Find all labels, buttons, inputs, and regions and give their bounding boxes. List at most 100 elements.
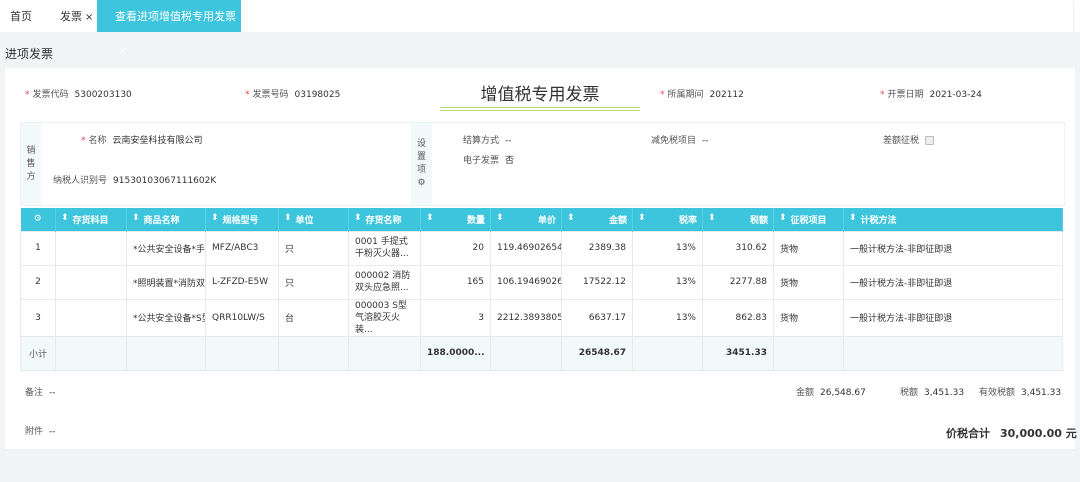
- subtotal-cell: [490, 335, 562, 371]
- tax: 3,451.33: [924, 388, 965, 398]
- col-item[interactable]: ⬍ 征税项目: [773, 208, 844, 231]
- col-stock[interactable]: ⬍ 存货名称: [348, 208, 421, 231]
- subtotal-tax: 3451.33: [702, 335, 774, 371]
- cell-tax: 862.83: [702, 298, 774, 337]
- sort-icon: ⬍: [61, 212, 69, 223]
- tab-menu-button[interactable]: [1073, 2, 1080, 32]
- sort-icon: ⬍: [708, 212, 716, 223]
- subtotal-cell: [843, 335, 1063, 371]
- gear-icon[interactable]: ⚙: [417, 177, 425, 190]
- cell-spec: QRR10LW/S: [205, 298, 279, 337]
- cell-account: [55, 264, 127, 300]
- attachment: --: [49, 427, 56, 437]
- label: 结算方式: [463, 136, 500, 146]
- col-rate[interactable]: ⬍ 税率: [632, 208, 703, 231]
- label: 税额: [900, 388, 919, 398]
- sort-icon: ⬍: [496, 212, 504, 223]
- close-icon[interactable]: ×: [118, 46, 126, 57]
- header-label: 商品名称: [143, 215, 180, 226]
- label: 金额: [796, 388, 815, 398]
- total-value: 30,000.00 元: [1000, 427, 1077, 440]
- char: 方: [26, 171, 36, 182]
- subtotal-cell: [632, 335, 703, 371]
- required-mark: *: [245, 90, 250, 100]
- label: 开票日期: [887, 90, 924, 100]
- cell-unit: 只: [278, 264, 349, 300]
- header-label: 征税项目: [790, 215, 827, 226]
- date: 2021-03-24: [929, 90, 982, 100]
- seller-tax-id: 91530103067111602K: [113, 176, 217, 186]
- close-icon[interactable]: ×: [85, 12, 93, 23]
- tab-view-invoice[interactable]: 查看进项增值税专用发票 ×: [97, 0, 241, 57]
- subtotal-amount: 26548.67: [561, 335, 633, 371]
- sort-icon: ⬍: [849, 212, 857, 223]
- seller-tax-id-field: 纳税人识别号 91530103067111602K: [53, 173, 216, 186]
- seller-side-label: 销售方: [21, 123, 41, 205]
- tab-home[interactable]: 首页: [10, 0, 32, 32]
- seller-name-field: * 名称 云南安垒科技有限公司: [81, 133, 203, 146]
- amount: 26,548.67: [820, 388, 866, 398]
- cell-spec: MFZ/ABC3: [205, 230, 279, 266]
- col-qty[interactable]: ⬍ 数量: [420, 208, 491, 231]
- cell-amount: 2389.38: [561, 230, 633, 266]
- col-tax[interactable]: ⬍ 税额: [702, 208, 774, 231]
- sort-icon: ⬍: [426, 212, 434, 223]
- table-row[interactable]: 3 *公共安全设备*S型 QRR10LW/S 台 000003 S型气溶胶灭火装... 3…: [20, 298, 1063, 337]
- col-method[interactable]: ⬍ 计税方法: [843, 208, 1063, 231]
- tab-bar: 首页 发票 × 查看进项增值税专用发票×: [0, 0, 1080, 57]
- cell-price: 2212.38938053: [490, 298, 562, 337]
- remark-field: 备注 --: [25, 385, 56, 398]
- cell-rate: 13%: [632, 230, 703, 266]
- diff-tax-checkbox[interactable]: [925, 136, 935, 145]
- char: 设: [416, 139, 426, 149]
- cell-goods: *照明装置*消防双头: [126, 264, 206, 300]
- settle-field: 结算方式 --: [463, 133, 512, 146]
- header-label: 规格型号: [222, 215, 259, 226]
- tab-invoice[interactable]: 发票 ×: [60, 0, 93, 32]
- cell-method: 一般计税方法-非即征即退: [843, 230, 1063, 266]
- cell-goods: *公共安全设备*手提: [126, 230, 206, 266]
- subtotal-cell: [278, 335, 349, 371]
- cell-item: 货物: [773, 264, 844, 300]
- subtotal-cell: [126, 335, 206, 371]
- cell-amount: 6637.17: [561, 298, 633, 337]
- header-label: 计税方法: [860, 215, 897, 226]
- valid-tax: 3,451.33: [1021, 388, 1062, 398]
- char: 销: [26, 145, 36, 156]
- subtotal-cell: [773, 335, 844, 371]
- label: 名称: [88, 136, 107, 146]
- header-label: 税率: [678, 215, 697, 226]
- subtotal-cell: [55, 335, 127, 371]
- col-amount[interactable]: ⬍ 金额: [561, 208, 633, 231]
- invoice-items-table: ⚙ ⬍ 存货科目 ⬍ 商品名称 ⬍ 规格型号 ⬍ 单位 ⬍ 存货名称 ⬍ 数量 ⬍ 单价 ⬍ 金…: [20, 208, 1063, 371]
- cell-qty: 3: [420, 298, 491, 337]
- cell-price: 106.194690265: [490, 264, 562, 300]
- table-row[interactable]: 2*照明装置*消防双头L-ZFZD-E5W只000002 消防双头应急照...1…: [20, 264, 1063, 300]
- settings-side-label[interactable]: 设置项 ⚙: [411, 123, 432, 205]
- amount-summary: 金额 26,548.67: [796, 385, 866, 398]
- table-row[interactable]: 1 *公共安全设备*手提MFZ/ABC3只0001 手提式干粉灭火器...2011…: [20, 230, 1063, 266]
- column-settings-icon[interactable]: ⚙: [20, 208, 56, 231]
- cell-idx: 1: [20, 230, 56, 266]
- required-mark: *: [660, 90, 665, 100]
- document-title: 增值税专用发票: [480, 85, 600, 105]
- col-goods[interactable]: ⬍ 商品名称: [126, 208, 206, 231]
- cell-idx: 3: [20, 298, 56, 337]
- cell-tax: 310.62: [702, 230, 774, 266]
- subtotal-label: 小计: [20, 335, 56, 371]
- col-account[interactable]: ⬍ 存货科目: [55, 208, 127, 231]
- cell-stock: 000002 消防双头应急照...: [348, 264, 421, 300]
- col-price[interactable]: ⬍ 单价: [490, 208, 562, 231]
- invoice-code: 5300203130: [74, 90, 132, 100]
- cell-goods: *公共安全设备*S型: [126, 298, 206, 337]
- required-mark: *: [880, 90, 885, 100]
- invoice-no: 03198025: [294, 90, 341, 100]
- char: 售: [26, 158, 36, 169]
- col-unit[interactable]: ⬍ 单位: [278, 208, 349, 231]
- label: 备注: [25, 388, 44, 398]
- label: 价税合计: [946, 427, 990, 440]
- sort-icon: ⬍: [779, 212, 787, 223]
- label: 电子发票: [463, 156, 500, 166]
- cell-price: 119.469026548: [490, 230, 562, 266]
- col-spec[interactable]: ⬍ 规格型号: [205, 208, 279, 231]
